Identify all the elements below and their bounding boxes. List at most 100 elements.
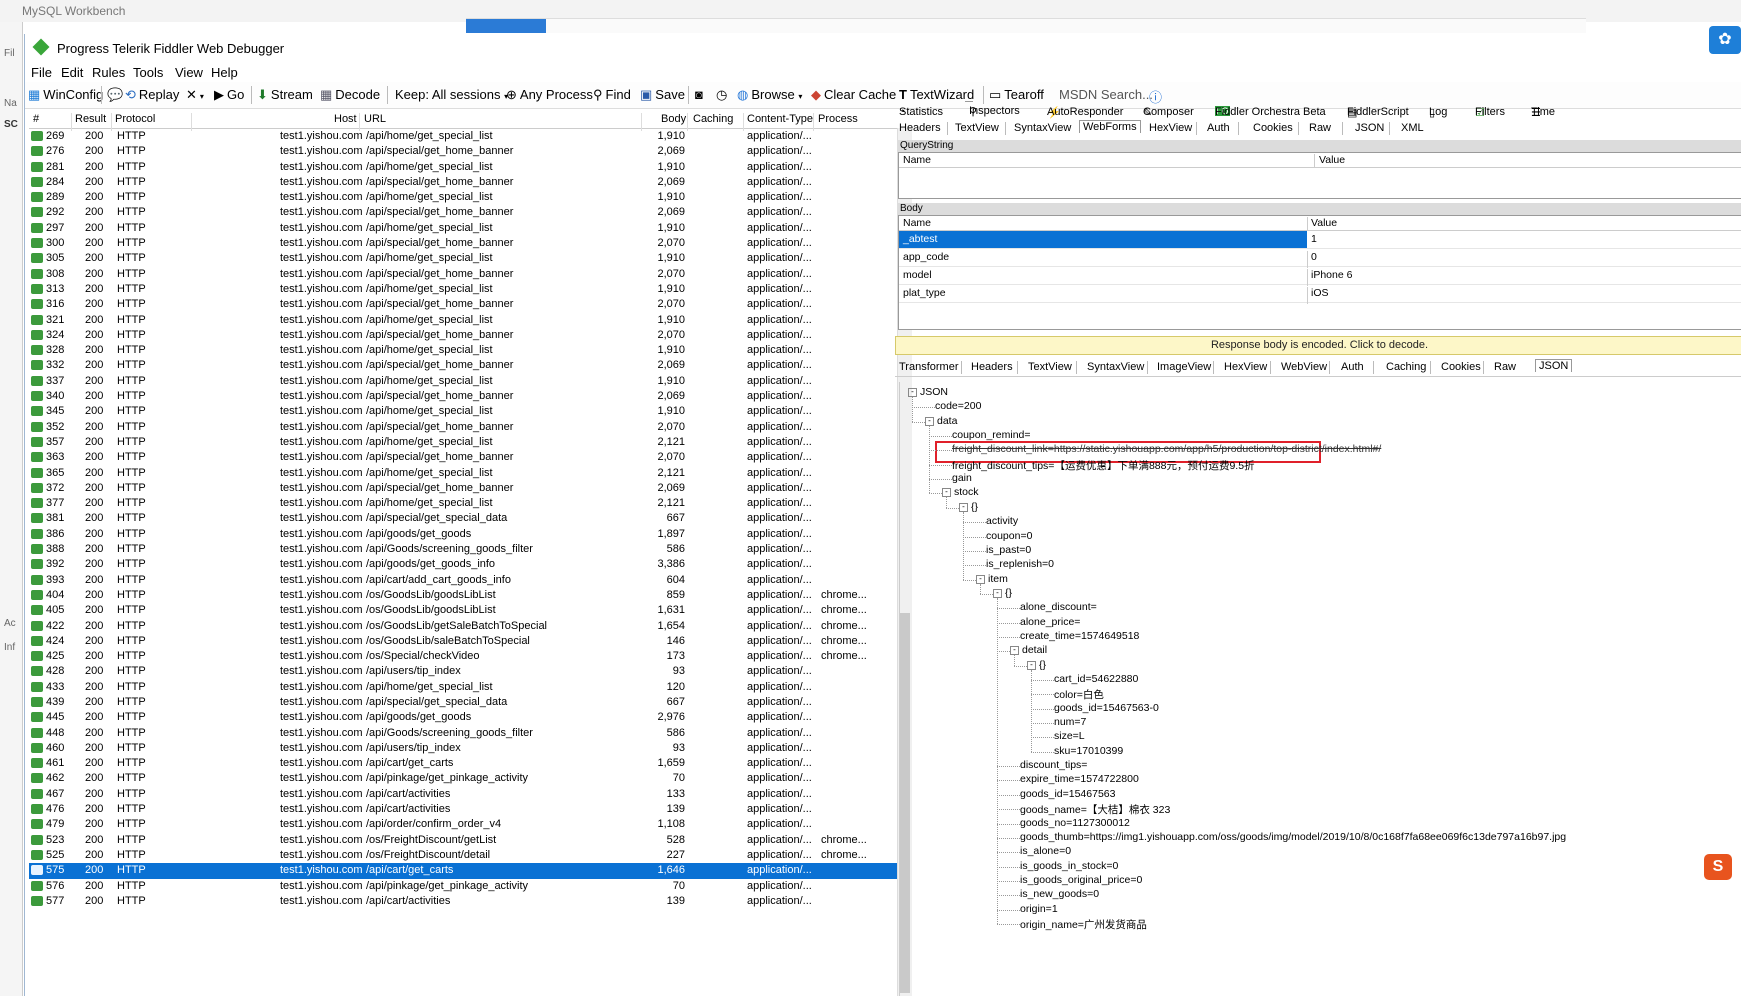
session-row[interactable]: 313 200 HTTP test1.yishou.com/api/home/get_… (29, 282, 897, 297)
menu-view[interactable]: View (175, 65, 203, 80)
floating-ime-icon[interactable]: S (1704, 854, 1732, 880)
expand-toggle-icon[interactable]: - (976, 574, 985, 584)
col-protocol[interactable]: Protocol (115, 113, 155, 125)
menu-help[interactable]: Help (211, 65, 238, 80)
resp-tab-textview[interactable]: TextView (1028, 361, 1072, 373)
go-button[interactable]: ▶ Go (214, 87, 244, 103)
session-row[interactable]: 479 200 HTTP test1.yishou.com/api/order/con… (29, 817, 897, 832)
session-row[interactable]: 523 200 HTTP test1.yishou.com/os/FreightDis… (29, 833, 897, 848)
expand-toggle-icon[interactable]: - (1027, 660, 1036, 670)
expand-toggle-icon[interactable]: - (993, 588, 1002, 598)
find-button[interactable]: ⚲ Find (593, 87, 631, 103)
browse-button[interactable]: ◍ Browse ▾ (737, 87, 802, 103)
keep-sessions-dropdown[interactable]: Keep: All sessions ▾ (395, 87, 508, 102)
req-tab-cookies[interactable]: Cookies (1253, 122, 1293, 134)
session-row[interactable]: 300 200 HTTP test1.yishou.com/api/special/g… (29, 236, 897, 251)
expand-toggle-icon[interactable]: - (942, 488, 951, 498)
session-row[interactable]: 289 200 HTTP test1.yishou.com/api/home/get_… (29, 190, 897, 205)
session-row[interactable]: 525 200 HTTP test1.yishou.com/os/FreightDis… (29, 848, 897, 863)
req-tab-syntaxview[interactable]: SyntaxView (1014, 122, 1071, 134)
any-process-button[interactable]: ⊕ Any Process (506, 87, 593, 103)
session-row[interactable]: 337 200 HTTP test1.yishou.com/api/home/get_… (29, 374, 897, 389)
session-row[interactable]: 377 200 HTTP test1.yishou.com/api/home/get_… (29, 496, 897, 511)
resp-tab-hexview[interactable]: HexView (1224, 361, 1267, 373)
session-row[interactable]: 476 200 HTTP test1.yishou.com/api/cart/acti… (29, 802, 897, 817)
json-node[interactable]: - detail (1010, 644, 1047, 656)
resp-tab-headers[interactable]: Headers (971, 361, 1013, 373)
col-num[interactable]: # (33, 113, 39, 125)
resp-tab-syntaxview[interactable]: SyntaxView (1087, 361, 1144, 373)
req-tab-raw[interactable]: Raw (1309, 122, 1331, 134)
session-row[interactable]: 392 200 HTTP test1.yishou.com/api/goods/get… (29, 557, 897, 572)
replay-button[interactable]: ⟲ Replay (125, 87, 179, 103)
session-row[interactable]: 284 200 HTTP test1.yishou.com/api/special/g… (29, 175, 897, 190)
session-row[interactable]: 357 200 HTTP test1.yishou.com/api/home/get_… (29, 435, 897, 450)
session-row[interactable]: 462 200 HTTP test1.yishou.com/api/pinkage/g… (29, 771, 897, 786)
session-row[interactable]: 388 200 HTTP test1.yishou.com/api/Goods/scr… (29, 542, 897, 557)
session-row[interactable]: 575 200 HTTP test1.yishou.com/api/cart/get_… (29, 863, 897, 879)
req-tab-hexview[interactable]: HexView (1149, 122, 1192, 134)
session-row[interactable]: 381 200 HTTP test1.yishou.com/api/special/g… (29, 511, 897, 526)
session-row[interactable]: 577 200 HTTP test1.yishou.com/api/cart/acti… (29, 894, 897, 909)
json-node[interactable]: -{} (959, 501, 978, 513)
session-row[interactable]: 433 200 HTTP test1.yishou.com/api/home/get_… (29, 680, 897, 695)
expand-toggle-icon[interactable]: - (959, 502, 968, 512)
req-tab-headers[interactable]: Headers (899, 122, 941, 134)
expand-toggle-icon[interactable]: - (1010, 646, 1019, 656)
timer-button[interactable]: ◷ (716, 87, 730, 103)
session-row[interactable]: 439 200 HTTP test1.yishou.com/api/special/g… (29, 695, 897, 710)
decode-notice-bar[interactable]: Response body is encoded. Click to decod… (895, 336, 1741, 355)
session-row[interactable]: 393 200 HTTP test1.yishou.com/api/cart/add_… (29, 573, 897, 588)
save-button[interactable]: ▣ Save (640, 87, 685, 103)
col-content-type[interactable]: Content-Type (747, 113, 813, 125)
col-url[interactable]: URL (364, 113, 386, 125)
session-row[interactable]: 281 200 HTTP test1.yishou.com/api/home/get_… (29, 160, 897, 175)
menu-tools[interactable]: Tools (133, 65, 163, 80)
comment-button[interactable]: 💬 (107, 87, 126, 103)
resp-tab-caching[interactable]: Caching (1386, 361, 1426, 373)
session-row[interactable]: 345 200 HTTP test1.yishou.com/api/home/get_… (29, 404, 897, 419)
winconfig-button[interactable]: ▦ WinConfig (28, 87, 103, 103)
session-row[interactable]: 308 200 HTTP test1.yishou.com/api/special/g… (29, 267, 897, 282)
body-row[interactable]: plat_type iOS (899, 285, 1741, 304)
col-host[interactable]: Host (334, 113, 357, 125)
session-row[interactable]: 576 200 HTTP test1.yishou.com/api/pinkage/g… (29, 879, 897, 894)
resp-tab-imageview[interactable]: ImageView (1157, 361, 1211, 373)
clear-cache-button[interactable]: ◆ Clear Cache (811, 87, 896, 103)
resp-tab-transformer[interactable]: Transformer (899, 361, 959, 373)
session-row[interactable]: 324 200 HTTP test1.yishou.com/api/special/g… (29, 328, 897, 343)
json-node[interactable]: - JSON (908, 386, 948, 398)
session-row[interactable]: 321 200 HTTP test1.yishou.com/api/home/get_… (29, 313, 897, 328)
session-row[interactable]: 405 200 HTTP test1.yishou.com/os/GoodsLib/g… (29, 603, 897, 618)
menu-file[interactable]: File (31, 65, 52, 80)
session-row[interactable]: 386 200 HTTP test1.yishou.com/api/goods/get… (29, 527, 897, 542)
session-row[interactable]: 340 200 HTTP test1.yishou.com/api/special/g… (29, 389, 897, 404)
session-row[interactable]: 461 200 HTTP test1.yishou.com/api/cart/get_… (29, 756, 897, 771)
resp-tab-cookies[interactable]: Cookies (1441, 361, 1481, 373)
expand-toggle-icon[interactable]: - (908, 388, 917, 397)
resp-tab-json[interactable]: JSON (1535, 359, 1573, 372)
session-row[interactable]: 448 200 HTTP test1.yishou.com/api/Goods/scr… (29, 726, 897, 741)
remove-button[interactable]: ✕ ▾ (186, 87, 204, 103)
col-result[interactable]: Result (75, 113, 106, 125)
tab-inspectors[interactable]: ⚲ Inspectors (965, 101, 1020, 118)
session-row[interactable]: 425 200 HTTP test1.yishou.com/os/Special/ch… (29, 649, 897, 664)
req-tab-xml[interactable]: XML (1401, 122, 1424, 134)
menu-edit[interactable]: Edit (61, 65, 83, 80)
session-row[interactable]: 269 200 HTTP test1.yishou.com/api/home/get_… (29, 129, 897, 144)
col-body[interactable]: Body (661, 113, 686, 125)
col-caching[interactable]: Caching (693, 113, 733, 125)
session-row[interactable]: 352 200 HTTP test1.yishou.com/api/special/g… (29, 420, 897, 435)
req-tab-textview[interactable]: TextView (955, 122, 999, 134)
json-node[interactable]: -{} (993, 587, 1012, 599)
session-row[interactable]: 276 200 HTTP test1.yishou.com/api/special/g… (29, 144, 897, 159)
menu-rules[interactable]: Rules (92, 65, 125, 80)
session-row[interactable]: 424 200 HTTP test1.yishou.com/os/GoodsLib/s… (29, 634, 897, 649)
session-row[interactable]: 404 200 HTTP test1.yishou.com/os/GoodsLib/g… (29, 588, 897, 603)
session-row[interactable]: 316 200 HTTP test1.yishou.com/api/special/g… (29, 297, 897, 312)
session-row[interactable]: 292 200 HTTP test1.yishou.com/api/special/g… (29, 205, 897, 220)
col-process[interactable]: Process (818, 113, 858, 125)
body-row[interactable]: _abtest 1 (899, 231, 1741, 249)
screenshot-button[interactable]: ◙ (695, 87, 706, 102)
req-tab-auth[interactable]: Auth (1207, 122, 1230, 134)
